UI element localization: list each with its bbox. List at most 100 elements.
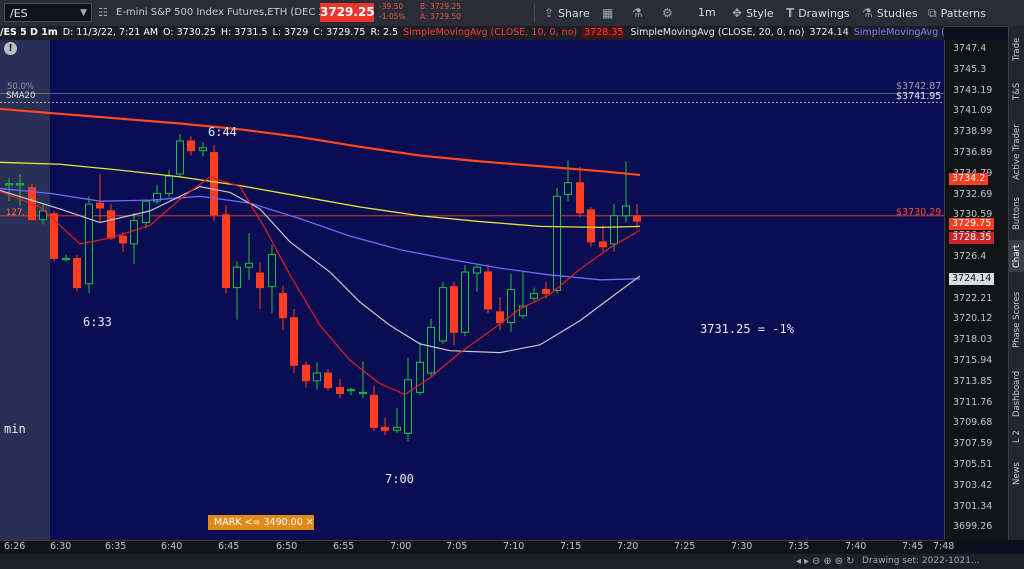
tab-dashboard[interactable]: Dashboard bbox=[1009, 366, 1024, 422]
tab-chart[interactable]: Chart bbox=[1009, 240, 1024, 272]
candle-body bbox=[256, 272, 264, 289]
studies-button[interactable]: ⚗ Studies bbox=[862, 0, 918, 26]
zoom-controls[interactable]: ◂▸⊖⊕⊛↻ bbox=[796, 554, 858, 569]
flask-button[interactable]: ⚗ bbox=[632, 0, 647, 26]
time-tick: 7:48 bbox=[933, 541, 955, 552]
grid-button[interactable]: ▦ bbox=[602, 0, 617, 26]
time-tick: 7:10 bbox=[503, 541, 525, 552]
price-tick: 3703.42 bbox=[953, 479, 993, 491]
patterns-icon: ⧉ bbox=[928, 6, 937, 20]
tab-l-2[interactable]: L 2 bbox=[1009, 426, 1024, 448]
candle-body bbox=[268, 254, 276, 288]
symbol-info: /ES 5 D 1m bbox=[0, 27, 58, 38]
candle-body bbox=[85, 203, 93, 285]
candle-body bbox=[496, 311, 504, 324]
left-tag: 127. bbox=[6, 208, 25, 218]
gear-icon: ⚙ bbox=[662, 6, 673, 20]
alert-icon[interactable]: ! bbox=[4, 42, 17, 55]
annotation-700: 7:00 bbox=[385, 472, 414, 486]
price-tick: 3718.03 bbox=[953, 334, 993, 346]
candle-body bbox=[222, 214, 230, 289]
sma20-label: SimpleMovingAvg (CLOSE, 20, 0, no) bbox=[630, 27, 805, 38]
sma10-value: 3728.35 bbox=[582, 27, 626, 38]
candle-body bbox=[450, 286, 458, 333]
drawings-button[interactable]: T Drawings bbox=[786, 0, 850, 26]
candle-body bbox=[290, 317, 298, 366]
time-tick: 6:26 bbox=[4, 541, 26, 552]
interval-button[interactable]: 1m bbox=[698, 0, 716, 26]
candle-body bbox=[599, 241, 607, 248]
patterns-button[interactable]: ⧉ Patterns bbox=[928, 0, 986, 26]
annotation-pct: 3731.25 = -1% bbox=[700, 322, 794, 336]
last-price: 3729.25 bbox=[320, 3, 375, 22]
candle-body bbox=[165, 175, 173, 194]
candle-body bbox=[62, 257, 70, 261]
share-button[interactable]: ⇪ Share bbox=[544, 0, 590, 26]
candle-body bbox=[381, 426, 389, 431]
chevron-down-icon[interactable]: ▼ bbox=[80, 4, 87, 23]
tab-buttons[interactable]: Buttons bbox=[1009, 194, 1024, 234]
time-tick: 6:50 bbox=[276, 541, 298, 552]
price-tick: 3738.99 bbox=[953, 126, 993, 138]
time-axis[interactable]: 6:26 6:30 6:35 6:40 6:45 6:50 6:55 7:00 7:05 7:10… bbox=[0, 540, 954, 555]
grid-icon: ▦ bbox=[602, 6, 614, 20]
tab-phase-scores[interactable]: Phase Scores bbox=[1009, 278, 1024, 362]
candle-body bbox=[245, 262, 253, 268]
price-tag: 3734.2 bbox=[949, 173, 989, 185]
sma10-line bbox=[0, 176, 641, 396]
sma50-label: SimpleMovingAvg (CLOSE,... bbox=[853, 27, 944, 38]
price-tick: 3745.3 bbox=[953, 63, 987, 75]
candle-body bbox=[313, 372, 321, 382]
time-tick: 7:45 bbox=[902, 541, 924, 552]
candle-body bbox=[347, 389, 355, 392]
time-tick: 7:40 bbox=[845, 541, 867, 552]
style-icon: ✥ bbox=[732, 6, 743, 20]
settings-button[interactable]: ⚙ bbox=[662, 0, 677, 26]
candle-body bbox=[484, 271, 492, 310]
bar-date: D: 11/3/22, 7:21 AM bbox=[62, 27, 159, 38]
drawing-set-selector[interactable]: Drawing set: 2022-1021... bbox=[862, 554, 980, 569]
tab-trade[interactable]: Trade bbox=[1009, 30, 1024, 68]
sma20-tag: SMA20 bbox=[6, 91, 36, 101]
sma100-line bbox=[0, 161, 641, 229]
price-tick: 3747.4 bbox=[953, 43, 987, 54]
instrument-title: E-mini S&P 500 Index Futures,ETH (DEC 22… bbox=[116, 7, 336, 18]
candle-body bbox=[176, 140, 184, 175]
sma50-line bbox=[0, 187, 641, 281]
time-tick: 7:05 bbox=[446, 541, 468, 552]
candle-body bbox=[187, 140, 195, 152]
sma200-line bbox=[0, 107, 641, 177]
candle-body bbox=[5, 183, 13, 186]
candle-body bbox=[633, 215, 641, 222]
favorite-icon[interactable]: ☷ bbox=[98, 6, 108, 19]
candle-body bbox=[107, 210, 115, 239]
study-bar: /ES 5 D 1m D: 11/3/22, 7:21 AM O: 3730.2… bbox=[0, 26, 944, 40]
price-tag: 3729.75 bbox=[949, 218, 995, 230]
style-button[interactable]: ✥ Style bbox=[732, 0, 774, 26]
mark-alert-button[interactable]: MARK <= 3490.00 ✕ bbox=[208, 515, 314, 530]
candle-body bbox=[130, 220, 138, 245]
symbol-input[interactable]: /ES ▼ bbox=[4, 3, 92, 22]
price-chart[interactable] bbox=[0, 40, 944, 540]
candle-body bbox=[542, 289, 550, 294]
tab-active-trader[interactable]: Active Trader bbox=[1009, 114, 1024, 190]
time-tick: 6:55 bbox=[333, 541, 355, 552]
bid-ask: B: 3729.25 A: 3729.50 bbox=[420, 2, 462, 21]
candle-body bbox=[119, 235, 127, 244]
annotation-644: 6:44 bbox=[208, 125, 237, 139]
price-tick: 3709.68 bbox=[953, 417, 993, 429]
price-tick: 3705.51 bbox=[953, 459, 993, 470]
time-tick: 6:35 bbox=[105, 541, 127, 552]
price-tick: 3736.89 bbox=[953, 147, 993, 158]
price-axis[interactable]: 3747.4 3745.3 3743.19 3741.09 3738.99 3736.89… bbox=[896, 40, 1009, 540]
candle-body bbox=[73, 257, 81, 289]
price-tick: 3726.4 bbox=[953, 251, 987, 262]
price-tick: 3699.26 bbox=[953, 521, 993, 533]
candle-body bbox=[461, 271, 469, 333]
candle-body bbox=[199, 147, 207, 152]
tab-news[interactable]: News bbox=[1009, 454, 1024, 494]
time-tick: 6:40 bbox=[161, 541, 183, 552]
tab-t-s[interactable]: T&S bbox=[1009, 76, 1024, 106]
price-tick: 3711.76 bbox=[953, 396, 993, 408]
price-tick: 3720.12 bbox=[953, 313, 993, 325]
